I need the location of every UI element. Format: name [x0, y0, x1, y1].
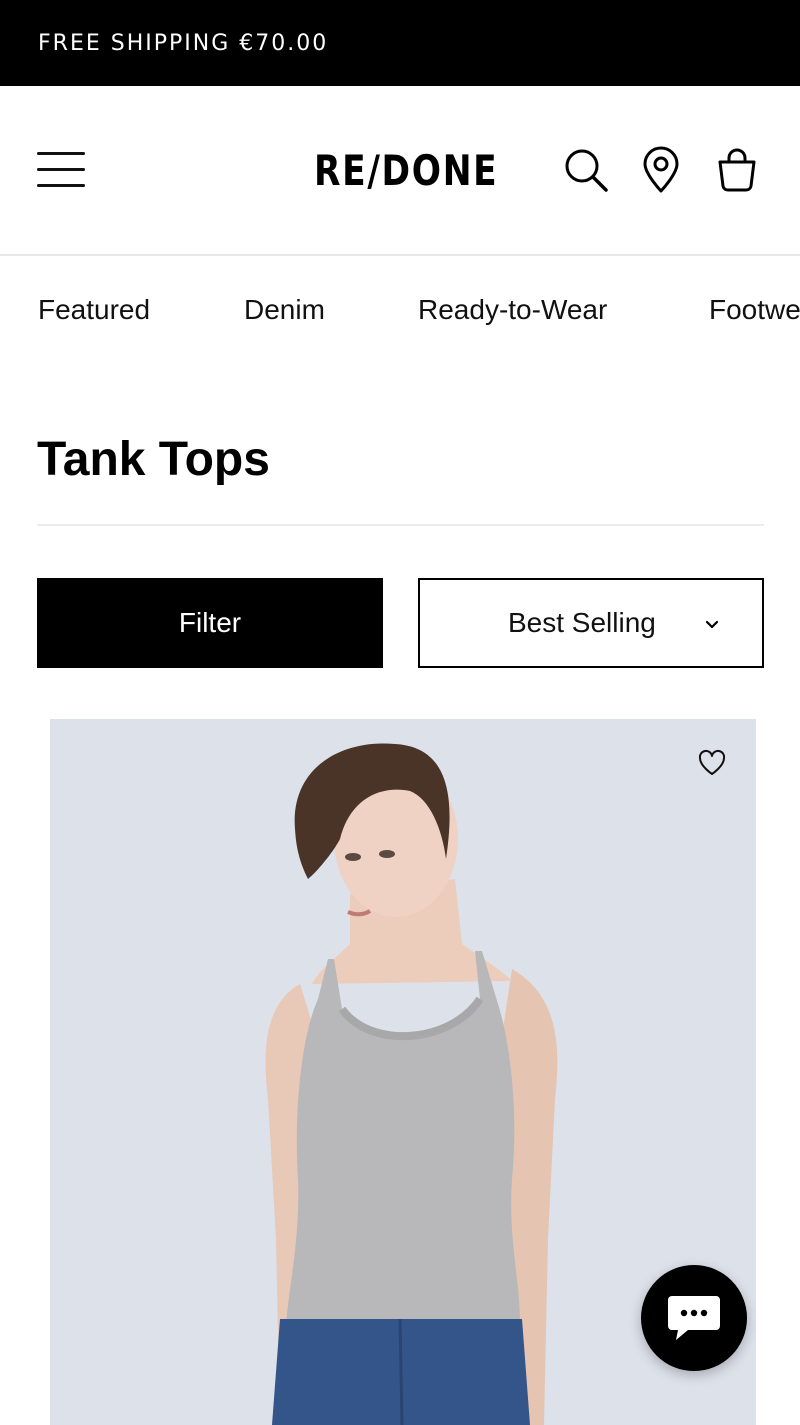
title-divider: [37, 524, 764, 526]
filter-button[interactable]: Filter: [37, 578, 383, 668]
cart-button[interactable]: [714, 146, 760, 194]
menu-icon-line: [37, 168, 85, 171]
sort-dropdown[interactable]: Best Selling: [418, 578, 764, 668]
menu-icon-line: [37, 152, 85, 155]
brand-logo[interactable]: RE/DONE: [314, 146, 498, 196]
location-pin-icon: [643, 146, 679, 193]
promo-text: FREE SHIPPING €70.00: [38, 30, 329, 56]
nav-item-denim[interactable]: Denim: [244, 294, 325, 326]
nav-item-ready-to-wear[interactable]: Ready-to-Wear: [418, 294, 607, 326]
nav-item-featured[interactable]: Featured: [38, 294, 150, 326]
sort-selected-value: Best Selling: [508, 607, 656, 638]
menu-icon-line: [37, 184, 85, 187]
page-title: Tank Tops: [37, 433, 270, 486]
chevron-down-icon: [705, 620, 719, 629]
search-icon: [565, 149, 608, 192]
chat-button[interactable]: [641, 1265, 747, 1371]
menu-button[interactable]: [37, 152, 85, 188]
site-header: RE/DONE: [0, 86, 800, 256]
shopping-bag-icon: [718, 148, 756, 192]
filter-button-label: Filter: [178, 607, 242, 638]
chat-bubble-icon: [668, 1296, 720, 1340]
category-nav: Featured Denim Ready-to-Wear Footwear: [0, 256, 800, 366]
nav-item-footwear[interactable]: Footwear: [709, 294, 800, 326]
heart-icon[interactable]: [697, 749, 727, 777]
promo-bar: FREE SHIPPING €70.00: [0, 0, 800, 86]
store-locator-button[interactable]: [638, 146, 684, 194]
search-button[interactable]: [563, 146, 609, 194]
